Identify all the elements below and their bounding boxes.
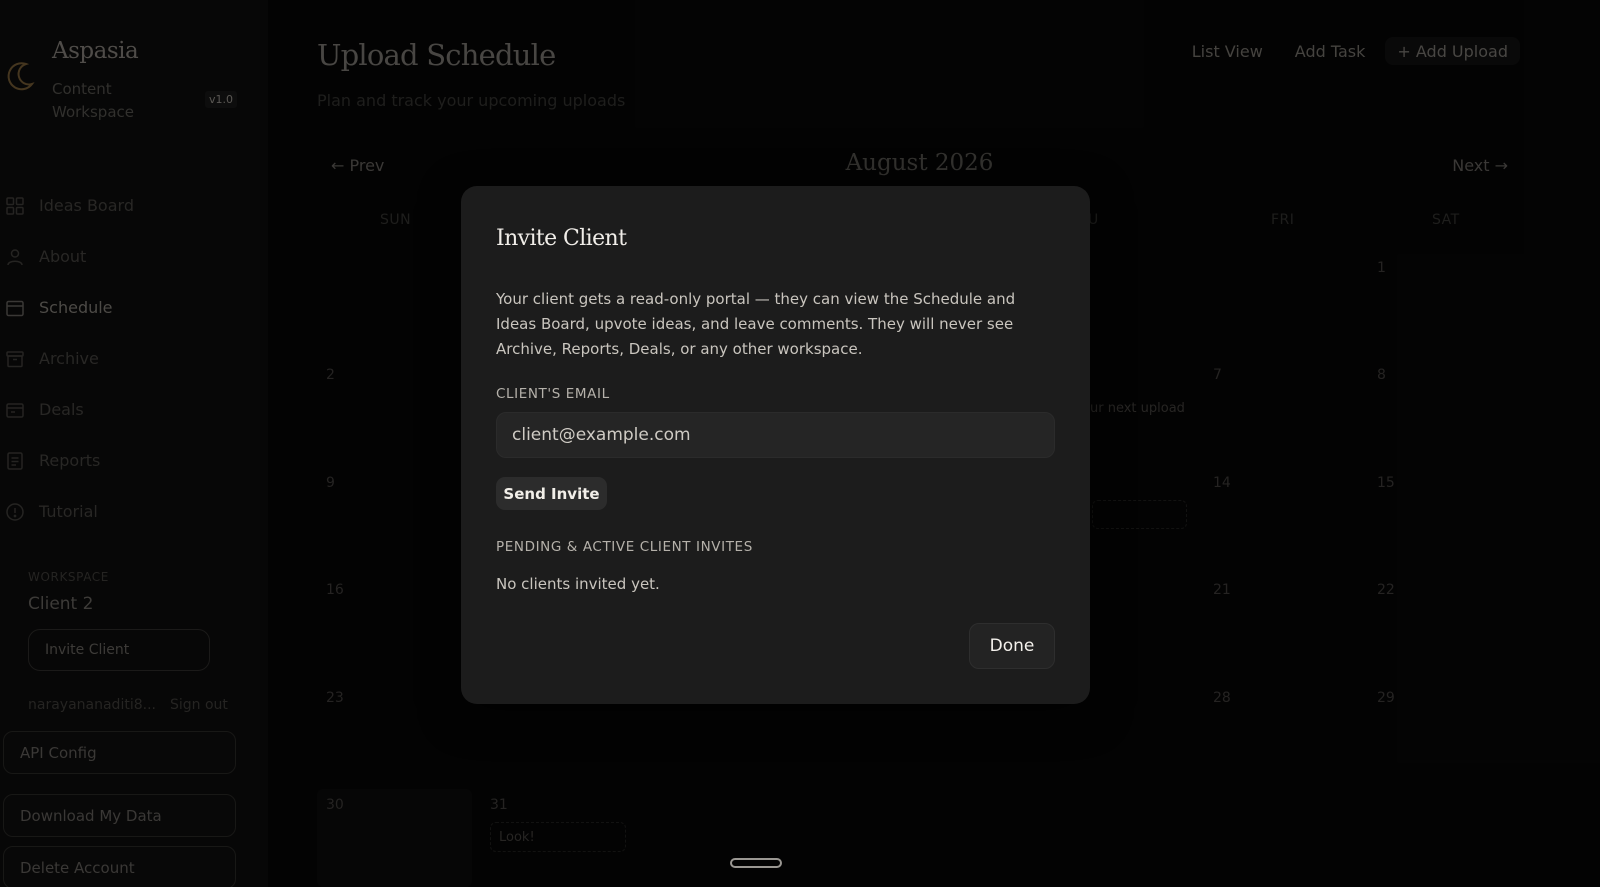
no-invites-text: No clients invited yet. — [496, 575, 660, 593]
dialog-description: Your client gets a read-only portal — th… — [496, 290, 1016, 358]
invite-client-dialog: Invite Client Your client gets a read-on… — [461, 186, 1090, 704]
pending-invites-label: PENDING & ACTIVE CLIENT INVITES — [496, 539, 753, 555]
client-email-input[interactable] — [496, 412, 1055, 458]
email-field-label: CLIENT'S EMAIL — [496, 386, 610, 402]
dialog-title: Invite Client — [496, 226, 627, 251]
done-button[interactable]: Done — [969, 623, 1055, 669]
send-invite-button[interactable]: Send Invite — [496, 477, 607, 510]
home-indicator — [730, 858, 782, 868]
